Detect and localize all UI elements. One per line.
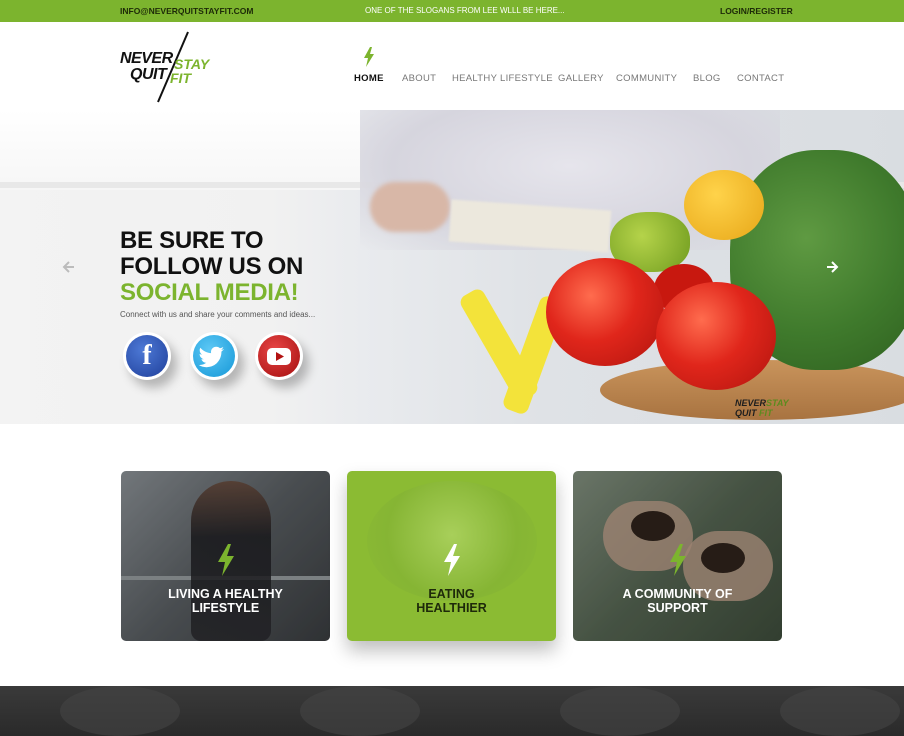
hero-subtitle: Connect with us and share your comments … — [120, 310, 316, 319]
slider-prev-button[interactable] — [61, 260, 75, 279]
feature-cards-section: LIVING A HEALTHY LIFESTYLE EATING HEALTH… — [0, 424, 904, 686]
hero-tomato-right — [656, 282, 776, 390]
card-eating-healthier[interactable]: EATING HEALTHIER — [347, 471, 556, 641]
logo-word-quit: QUIT — [130, 66, 167, 83]
card-healthy-lifestyle[interactable]: LIVING A HEALTHY LIFESTYLE — [121, 471, 330, 641]
card-title: LIVING A HEALTHY LIFESTYLE — [121, 587, 330, 615]
dark-footer-band — [0, 686, 904, 736]
nav-item-healthy-lifestyle[interactable]: HEALTHY LIFESTYLE — [452, 73, 553, 84]
card-title-line-2: HEALTHIER — [416, 601, 487, 615]
facebook-icon: f — [126, 335, 168, 377]
card-title-line-2: LIFESTYLE — [191, 601, 260, 615]
card-title-line-2: SUPPORT — [647, 601, 708, 615]
card-title-line-1: EATING — [428, 587, 475, 601]
footer-bg-tree — [780, 686, 900, 736]
twitter-button[interactable] — [190, 332, 238, 380]
card-title-line-1: A COMMUNITY OF — [622, 587, 733, 601]
bolt-icon — [670, 544, 686, 576]
slider-next-button[interactable] — [826, 260, 840, 279]
nav-item-contact[interactable]: CONTACT — [737, 73, 784, 84]
nav-item-community[interactable]: COMMUNITY — [616, 73, 677, 84]
top-bar: INFO@NEVERQUITSTAYFIT.COM ONE OF THE SLO… — [0, 0, 904, 22]
footer-bg-tree — [300, 686, 420, 736]
card-community-support[interactable]: A COMMUNITY OF SUPPORT — [573, 471, 782, 641]
hero-watermark-stay: STAY — [766, 398, 789, 408]
slogan-text: ONE OF THE SLOGANS FROM LEE WLLL BE HERE… — [365, 6, 565, 15]
login-register-link[interactable]: LOGIN/REGISTER — [720, 6, 793, 16]
hero-heading-line-1: BE SURE TO — [120, 227, 264, 254]
card-title: A COMMUNITY OF SUPPORT — [573, 587, 782, 615]
footer-bg-tree — [60, 686, 180, 736]
arrow-right-icon — [827, 261, 839, 273]
bolt-icon — [444, 544, 460, 576]
youtube-button[interactable] — [255, 332, 303, 380]
active-nav-bolt-icon — [364, 47, 374, 67]
nav-item-gallery[interactable]: GALLERY — [558, 73, 604, 84]
twitter-icon — [193, 335, 235, 377]
hero-bg-hand — [370, 182, 450, 232]
nav-item-home[interactable]: HOME — [354, 73, 384, 84]
hero-heading-line-3: SOCIAL MEDIA! — [120, 279, 299, 306]
arrow-left-icon — [62, 261, 74, 273]
youtube-icon — [258, 335, 300, 377]
hero-bg-window — [0, 110, 360, 190]
hero-heading-line-2: FOLLOW US ON — [120, 253, 304, 280]
site-logo[interactable]: NEVER QUIT STAY FIT — [118, 30, 218, 104]
hero-lemon — [684, 170, 764, 240]
site-header: NEVER QUIT STAY FIT HOME ABOUT HEALTHY L… — [0, 22, 904, 110]
footer-bg-tree — [560, 686, 680, 736]
hero-tomato-left — [546, 258, 664, 366]
logo-word-fit: FIT — [170, 70, 191, 86]
hero-slider: NEVERSTAY QUIT FIT BE SURE TO FOLLOW US … — [0, 110, 904, 424]
card-title-line-1: LIVING A HEALTHY — [168, 587, 283, 601]
hero-watermark-logo: NEVERSTAY QUIT FIT — [735, 398, 789, 418]
contact-email-link[interactable]: INFO@NEVERQUITSTAYFIT.COM — [120, 6, 253, 16]
nav-item-about[interactable]: ABOUT — [402, 73, 436, 84]
hero-watermark-fit: FIT — [759, 408, 773, 418]
card-title: EATING HEALTHIER — [347, 587, 556, 615]
facebook-button[interactable]: f — [123, 332, 171, 380]
bolt-icon — [218, 544, 234, 576]
card-bg-fruit-bowl — [367, 481, 537, 601]
hero-watermark-quit: QUIT — [735, 408, 757, 418]
hero-watermark-never: NEVER — [735, 398, 767, 408]
nav-item-blog[interactable]: BLOG — [693, 73, 721, 84]
